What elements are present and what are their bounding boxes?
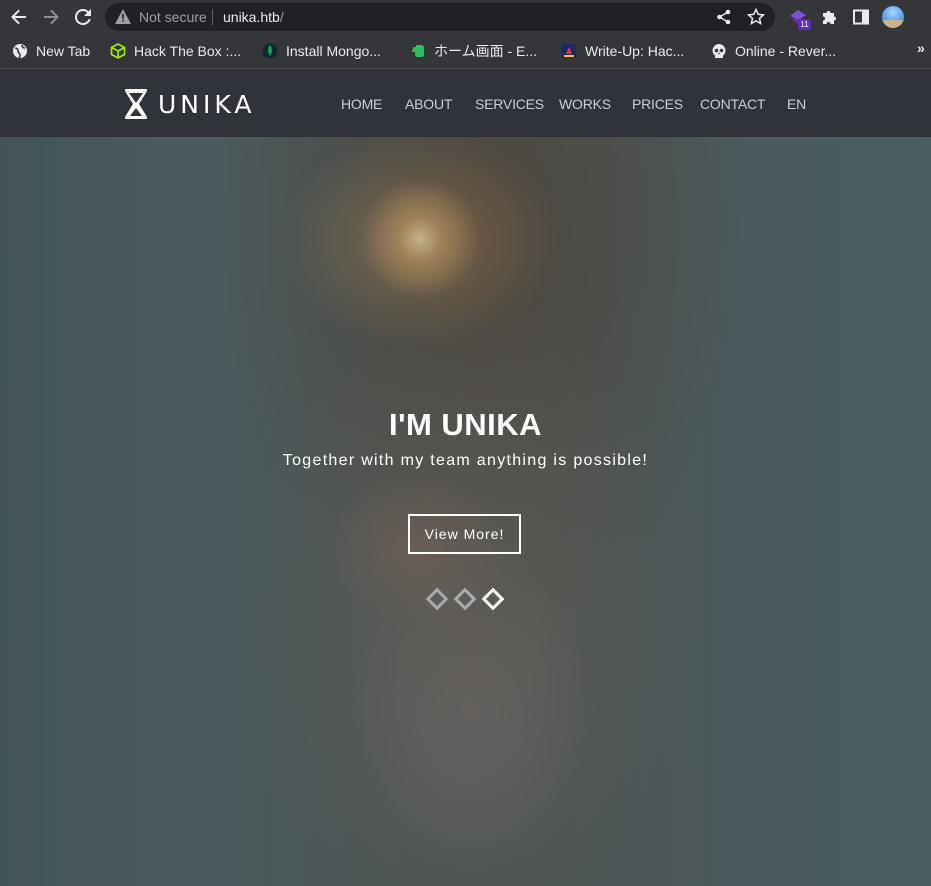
reload-icon[interactable]: [71, 5, 95, 29]
bookmark-label: Write-Up: Hac...: [585, 43, 685, 59]
hourglass-logo-icon: [125, 89, 147, 119]
skull-icon: [711, 43, 727, 59]
url-text[interactable]: unika.htb/: [223, 9, 284, 25]
nav-prices[interactable]: PRICES: [632, 96, 683, 112]
bookmark-label: Install Mongo...: [286, 43, 381, 59]
side-panel-icon[interactable]: [851, 7, 871, 27]
url-host: unika.htb: [223, 9, 280, 25]
evernote-icon: [410, 43, 426, 59]
bookmarks-bar: New Tab Hack The Box :... Install Mongo.…: [0, 35, 931, 69]
site-navbar: UNIKA HOME ABOUT SERVICES WORKS PRICES C…: [0, 69, 931, 137]
carousel-dot-1[interactable]: [425, 587, 449, 611]
profile-avatar[interactable]: [882, 6, 904, 28]
bookmark-online-reverse[interactable]: Online - Rever...: [711, 41, 836, 61]
back-arrow-icon[interactable]: [7, 5, 31, 29]
globe-icon: [12, 43, 28, 59]
nav-about[interactable]: ABOUT: [405, 96, 452, 112]
bookmark-label: Online - Rever...: [735, 43, 837, 59]
nav-home[interactable]: HOME: [341, 96, 382, 112]
bookmark-new-tab[interactable]: New Tab: [12, 41, 90, 61]
nav-contact[interactable]: CONTACT: [700, 96, 765, 112]
address-separator: [212, 9, 213, 25]
hero-subtitle: Together with my team anything is possib…: [282, 452, 649, 469]
bookmark-write-up[interactable]: Write-Up: Hac...: [561, 41, 684, 61]
browser-toolbar: Not secure unika.htb/ 11: [0, 0, 931, 35]
writeup-icon: [561, 43, 577, 59]
hero-title: I'M UNIKA: [388, 407, 543, 442]
nav-services[interactable]: SERVICES: [475, 96, 544, 112]
bookmark-evernote[interactable]: ホーム画面 - E...: [410, 41, 537, 61]
view-more-button[interactable]: View More!: [408, 514, 521, 554]
carousel-indicators: [0, 587, 931, 611]
security-label[interactable]: Not secure: [139, 9, 207, 25]
warning-triangle-icon[interactable]: [115, 9, 131, 29]
share-icon[interactable]: [715, 8, 733, 26]
mongodb-leaf-icon: [262, 43, 278, 59]
bookmark-star-icon[interactable]: [746, 7, 766, 26]
nav-works[interactable]: WORKS: [559, 96, 611, 112]
bookmark-label: Hack The Box :...: [134, 43, 242, 59]
carousel-dot-2[interactable]: [453, 587, 477, 611]
htb-cube-icon: [110, 43, 126, 59]
bookmark-label: ホーム画面 - E...: [434, 43, 538, 59]
webpage: UNIKA HOME ABOUT SERVICES WORKS PRICES C…: [0, 69, 931, 886]
logo-text: UNIKA: [158, 89, 256, 119]
url-path: /: [279, 9, 284, 25]
address-bar[interactable]: Not secure unika.htb/: [105, 3, 775, 31]
bookmark-label: New Tab: [36, 43, 91, 59]
extensions-puzzle-icon[interactable]: [819, 7, 839, 27]
hero-overlay: [0, 69, 931, 886]
bookmark-hack-the-box[interactable]: Hack The Box :...: [110, 41, 241, 61]
carousel-dot-3-active[interactable]: [481, 587, 505, 611]
extension-badge: 11: [798, 19, 811, 30]
site-logo[interactable]: UNIKA: [124, 88, 255, 120]
forward-arrow-icon[interactable]: [39, 5, 63, 29]
bookmark-install-mongo[interactable]: Install Mongo...: [262, 41, 381, 61]
nav-language-en[interactable]: EN: [787, 96, 806, 112]
more-bookmarks-chevron[interactable]: »: [917, 40, 925, 56]
